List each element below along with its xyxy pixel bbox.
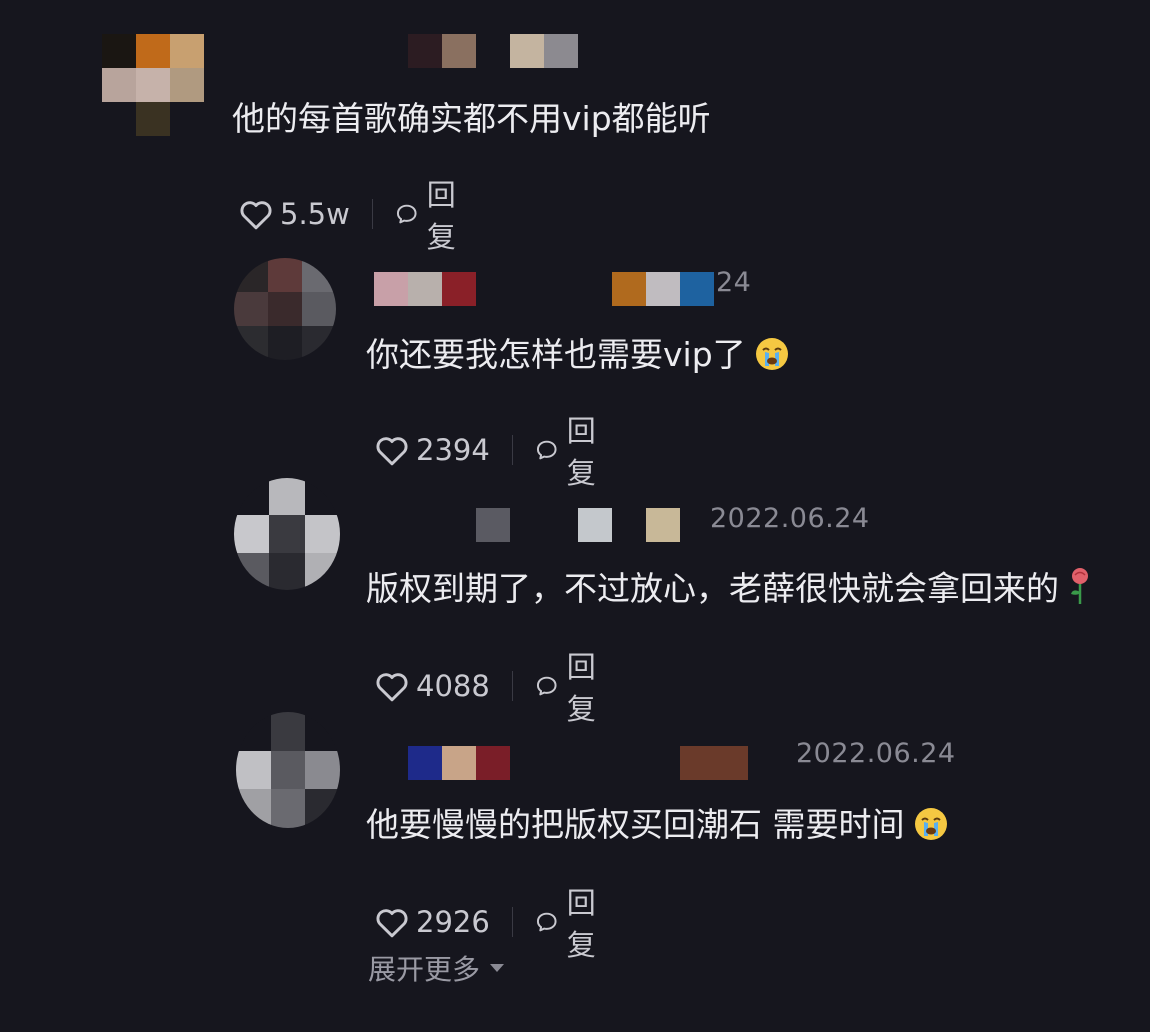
crying-face-icon	[913, 806, 949, 850]
like-button[interactable]: 5.5w	[238, 197, 350, 231]
username-pixelated[interactable]	[476, 508, 680, 542]
comment-bubble-icon	[537, 440, 557, 460]
comment-text: 你还要我怎样也需要vip了	[366, 328, 790, 380]
username-pixelated[interactable]	[408, 34, 578, 68]
reply-label: 回复	[566, 414, 596, 490]
comment-date: 2022.06.24	[796, 738, 956, 769]
comment-bubble-icon	[537, 676, 557, 696]
reply-label: 回复	[426, 178, 456, 254]
crying-face-icon	[754, 336, 790, 380]
comment-bubble-icon	[397, 204, 417, 224]
comment-text: 他的每首歌确实都不用vip都能听	[232, 99, 711, 138]
expand-more-label: 展开更多	[368, 953, 481, 986]
like-button[interactable]: 4088	[374, 669, 490, 703]
comment-text-content: 版权到期了，不过放心，老薛很快就会拿回来的	[366, 569, 1059, 608]
reply-label: 回复	[566, 886, 596, 962]
heart-icon	[376, 437, 408, 466]
reply-button[interactable]: 回复	[535, 880, 607, 964]
divider	[511, 671, 514, 701]
reply-button[interactable]: 回复	[535, 644, 607, 728]
heart-icon	[376, 673, 408, 702]
reply-button[interactable]: 回复	[535, 408, 607, 492]
avatar-pixelated[interactable]	[102, 34, 204, 136]
like-count: 5.5w	[280, 197, 350, 231]
avatar-pixelated[interactable]	[236, 712, 340, 828]
divider	[511, 435, 514, 465]
username-pixelated[interactable]	[408, 746, 748, 780]
comment-date: 24	[716, 267, 752, 298]
like-button[interactable]: 2394	[374, 433, 490, 467]
like-count: 2394	[416, 433, 490, 467]
comment-text-content: 他要慢慢的把版权买回潮石 需要时间	[366, 805, 905, 844]
comment-date: 2022.06.24	[710, 503, 870, 534]
avatar-pixelated[interactable]	[234, 478, 340, 590]
chevron-down-icon	[490, 964, 505, 972]
divider	[511, 907, 514, 937]
rose-icon	[1067, 566, 1093, 614]
avatar-pixelated[interactable]	[234, 258, 336, 360]
like-count: 4088	[416, 669, 490, 703]
like-button[interactable]: 2926	[374, 905, 490, 939]
divider	[371, 199, 374, 229]
comment-text-content: 你还要我怎样也需要vip了	[366, 335, 746, 374]
heart-icon	[240, 201, 272, 230]
comment-text: 版权到期了，不过放心，老薛很快就会拿回来的	[366, 562, 1093, 614]
username-pixelated[interactable]	[374, 272, 714, 306]
comment-text: 他要慢慢的把版权买回潮石 需要时间	[366, 798, 949, 850]
reply-label: 回复	[566, 650, 596, 726]
comment-bubble-icon	[537, 912, 557, 932]
reply-button[interactable]: 回复	[395, 172, 467, 256]
heart-icon	[376, 909, 408, 938]
like-count: 2926	[416, 905, 490, 939]
expand-more-button[interactable]: 展开更多	[368, 948, 506, 988]
